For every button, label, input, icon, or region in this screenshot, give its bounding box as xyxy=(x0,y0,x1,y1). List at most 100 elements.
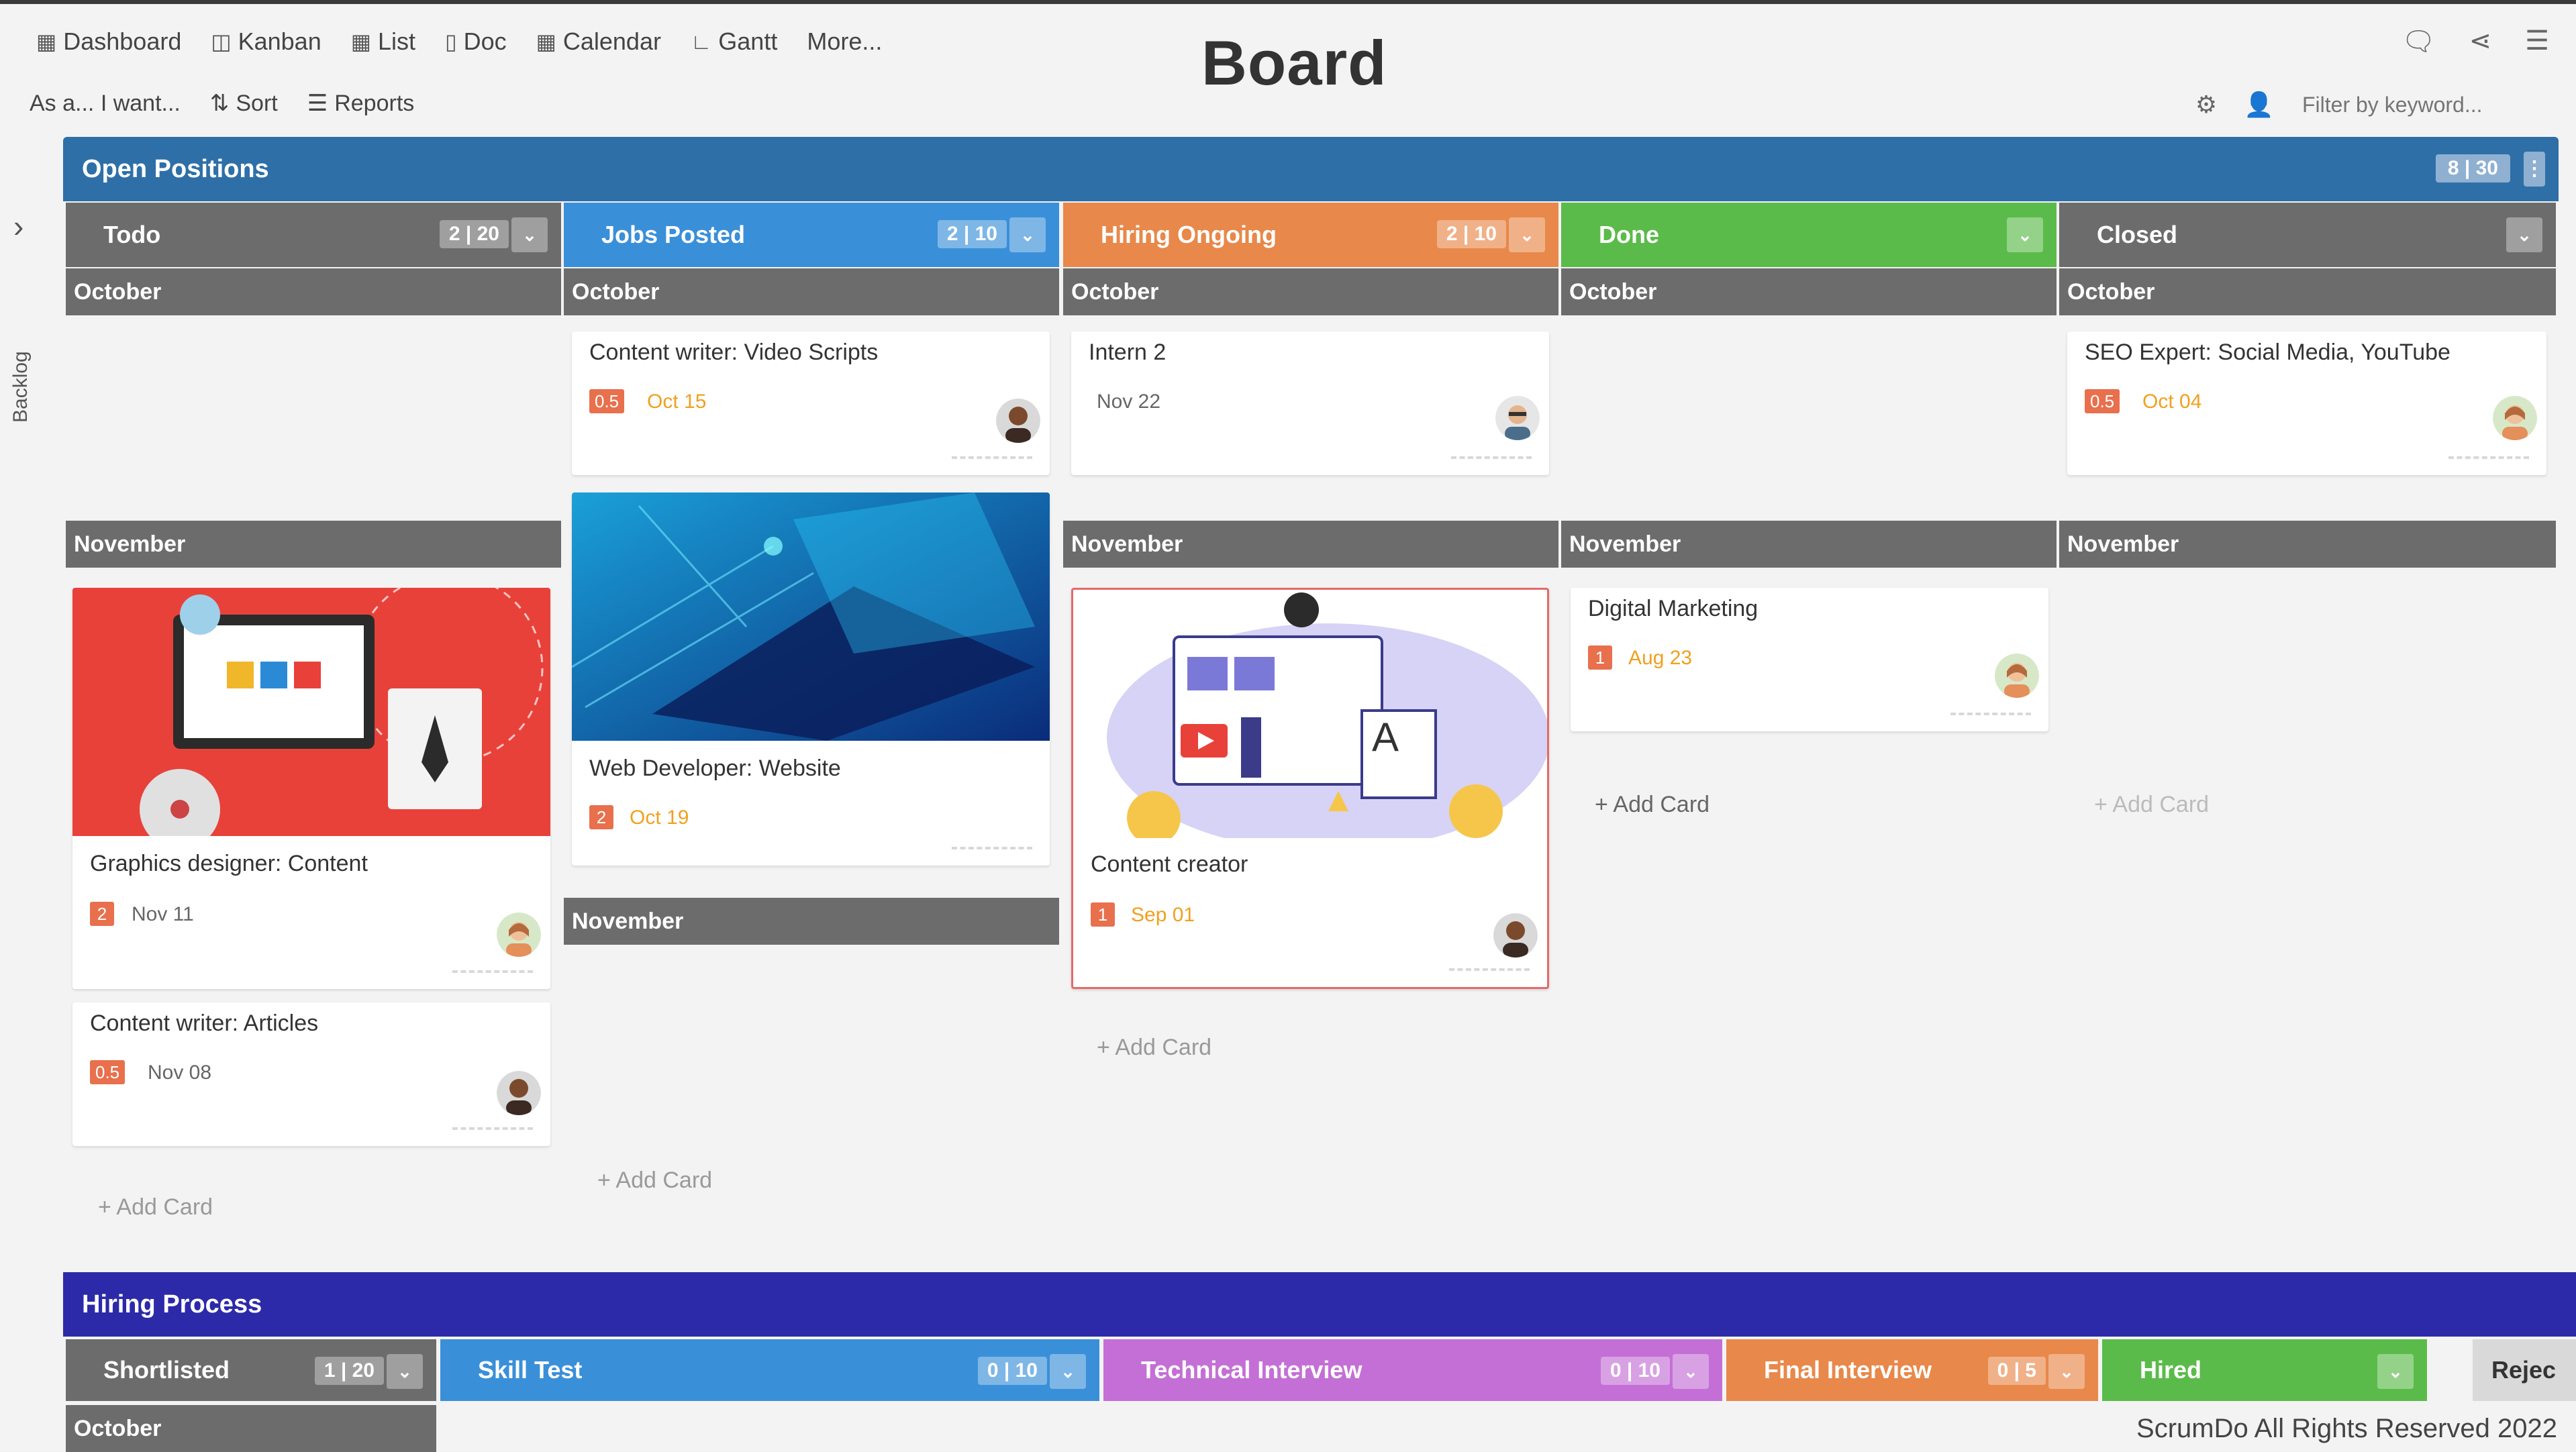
chevron-down-icon[interactable]: ⌄ xyxy=(2007,217,2043,252)
top-bar: ▦ Dashboard ◫ Kanban ▦ List ▯ Doc ▦ Calendar … xyxy=(0,0,2576,134)
sub-toolbar: As a... I want... ⇅ Sort ☰ Reports xyxy=(30,90,429,117)
chevron-down-icon[interactable]: ⌄ xyxy=(1009,217,1046,252)
card-title: Intern 2 xyxy=(1089,340,1167,365)
add-card-button[interactable]: + Add Card xyxy=(98,1194,213,1221)
avatar[interactable] xyxy=(1495,396,1540,440)
card-seo-expert[interactable]: SEO Expert: Social Media, YouTube 0.5 Oc… xyxy=(2067,331,2546,475)
card-content-creator[interactable]: A Content creator 1 Sep 01 xyxy=(1071,588,1549,989)
due-date: Sep 01 xyxy=(1131,904,1195,926)
points-badge: 2 xyxy=(90,902,114,926)
column-header-todo[interactable]: Todo 2 | 20 ⌄ xyxy=(66,203,561,267)
card-intern-2[interactable]: Intern 2 Nov 22 xyxy=(1071,331,1549,475)
chevron-down-icon[interactable]: ⌄ xyxy=(1050,1354,1086,1389)
nav-list[interactable]: ▦ List xyxy=(336,25,430,58)
column-header-shortlisted[interactable]: Shortlisted 1 | 20 ⌄ xyxy=(66,1339,436,1401)
due-date: Oct 04 xyxy=(2142,391,2202,413)
progress-dashes xyxy=(1950,713,2031,715)
chat-icon[interactable]: 🗨 xyxy=(2401,25,2436,57)
nav-dashboard[interactable]: ▦ Dashboard xyxy=(32,25,196,58)
month-header: October xyxy=(66,268,561,315)
add-card-button[interactable]: + Add Card xyxy=(2094,792,2209,818)
card-content-writer-video-scripts[interactable]: Content writer: Video Scripts 0.5 Oct 15 xyxy=(572,331,1050,475)
card-title: Content writer: Articles xyxy=(90,1010,319,1036)
backlog-tab[interactable]: Backlog xyxy=(9,351,32,423)
user-icon[interactable]: 👤 xyxy=(2244,91,2274,119)
swimlane-header-open-positions[interactable]: Open Positions 8 | 30 ⋮ xyxy=(63,137,2559,201)
month-header: October xyxy=(1561,268,2057,315)
points-badge: 2 xyxy=(589,805,613,829)
column-header-jobs-posted[interactable]: Jobs Posted 2 | 10 ⌄ xyxy=(564,203,1059,267)
avatar[interactable] xyxy=(996,399,1040,443)
card-title: Graphics designer: Content xyxy=(90,851,368,876)
chevron-down-icon[interactable]: ⌄ xyxy=(1509,217,1545,252)
nav-doc[interactable]: ▯ Doc xyxy=(430,25,522,58)
card-content-writer-articles[interactable]: Content writer: Articles 0.5 Nov 08 xyxy=(72,1002,550,1146)
column-header-hiring-ongoing[interactable]: Hiring Ongoing 2 | 10 ⌄ xyxy=(1063,203,1558,267)
due-date: Nov 22 xyxy=(1097,391,1161,413)
chevron-down-icon[interactable]: ⌄ xyxy=(2377,1354,2414,1389)
card-title: Web Developer: Website xyxy=(589,756,841,781)
points-badge: 1 xyxy=(1091,902,1115,927)
month-header: November xyxy=(2059,521,2556,568)
nav-more[interactable]: More... xyxy=(792,25,897,58)
column-header-rejected[interactable]: Rejec xyxy=(2473,1339,2576,1401)
column-count-badge: 2 | 20 xyxy=(439,220,509,248)
chevron-down-icon[interactable]: ⌄ xyxy=(1673,1354,1709,1389)
progress-dashes xyxy=(2448,456,2529,459)
menu-icon[interactable]: ☰ xyxy=(2525,25,2549,57)
avatar[interactable] xyxy=(1995,654,2039,698)
kanban-icon: ◫ xyxy=(211,30,232,54)
column-header-closed[interactable]: Closed ⌄ xyxy=(2059,203,2556,267)
doc-icon: ▯ xyxy=(444,30,457,54)
column-count-badge: 0 | 5 xyxy=(1987,1357,2046,1385)
progress-dashes xyxy=(952,456,1032,459)
month-header: October xyxy=(564,268,1059,315)
top-border xyxy=(0,0,2576,4)
month-header: November xyxy=(66,521,561,568)
swimlane-header-hiring-process[interactable]: Hiring Process xyxy=(63,1272,2576,1337)
due-date: Nov 11 xyxy=(132,903,194,925)
column-header-done[interactable]: Done ⌄ xyxy=(1561,203,2057,267)
nav-gantt[interactable]: ∟ Gantt xyxy=(676,25,792,58)
avatar[interactable] xyxy=(1493,913,1538,957)
filter-input[interactable] xyxy=(2301,86,2556,123)
chevron-down-icon[interactable]: ⌄ xyxy=(2048,1354,2085,1389)
nav-kanban[interactable]: ◫ Kanban xyxy=(196,25,336,58)
lane-menu-icon[interactable]: ⋮ xyxy=(2524,152,2545,187)
column-count-badge: 2 | 10 xyxy=(937,220,1007,248)
points-badge: 0.5 xyxy=(90,1060,126,1084)
avatar[interactable] xyxy=(497,1071,541,1115)
column-header-hired[interactable]: Hired ⌄ xyxy=(2102,1339,2427,1401)
card-cover-image: A xyxy=(1073,590,1547,838)
month-header: October xyxy=(1063,268,1558,315)
progress-dashes xyxy=(452,970,533,973)
reports-button[interactable]: ☰ Reports xyxy=(293,90,430,117)
gear-icon[interactable]: ⚙ xyxy=(2195,91,2217,119)
due-date: Nov 08 xyxy=(148,1061,212,1084)
due-date: Aug 23 xyxy=(1628,647,1693,669)
column-header-skill-test[interactable]: Skill Test 0 | 10 ⌄ xyxy=(440,1339,1099,1401)
column-header-final-interview[interactable]: Final Interview 0 | 5 ⌄ xyxy=(1726,1339,2098,1401)
card-web-developer[interactable]: Web Developer: Website 2 Oct 19 xyxy=(572,492,1050,866)
chevron-right-icon[interactable]: › xyxy=(13,208,23,244)
chevron-down-icon[interactable]: ⌄ xyxy=(511,217,548,252)
add-card-button[interactable]: + Add Card xyxy=(597,1168,712,1194)
add-card-button[interactable]: + Add Card xyxy=(1595,792,1710,818)
dashboard-icon: ▦ xyxy=(36,30,57,54)
sort-icon: ⇅ xyxy=(209,91,230,116)
card-digital-marketing[interactable]: Digital Marketing 1 Aug 23 xyxy=(1571,588,2048,731)
add-card-button[interactable]: + Add Card xyxy=(1097,1035,1211,1061)
avatar[interactable] xyxy=(2493,396,2537,440)
card-title: Content writer: Video Scripts xyxy=(589,340,879,365)
chevron-down-icon[interactable]: ⌄ xyxy=(387,1354,423,1389)
share-icon[interactable]: ⋖ xyxy=(2469,25,2492,57)
reports-icon: ☰ xyxy=(307,91,328,116)
story-template-button[interactable]: As a... I want... xyxy=(30,91,195,117)
month-header: October xyxy=(66,1405,436,1452)
chevron-down-icon[interactable]: ⌄ xyxy=(2506,217,2542,252)
column-header-technical-interview[interactable]: Technical Interview 0 | 10 ⌄ xyxy=(1103,1339,1722,1401)
avatar[interactable] xyxy=(497,913,541,957)
nav-calendar[interactable]: ▦ Calendar xyxy=(522,25,676,58)
card-graphics-designer[interactable]: Graphics designer: Content 2 Nov 11 xyxy=(72,588,550,989)
sort-button[interactable]: ⇅ Sort xyxy=(195,90,293,117)
